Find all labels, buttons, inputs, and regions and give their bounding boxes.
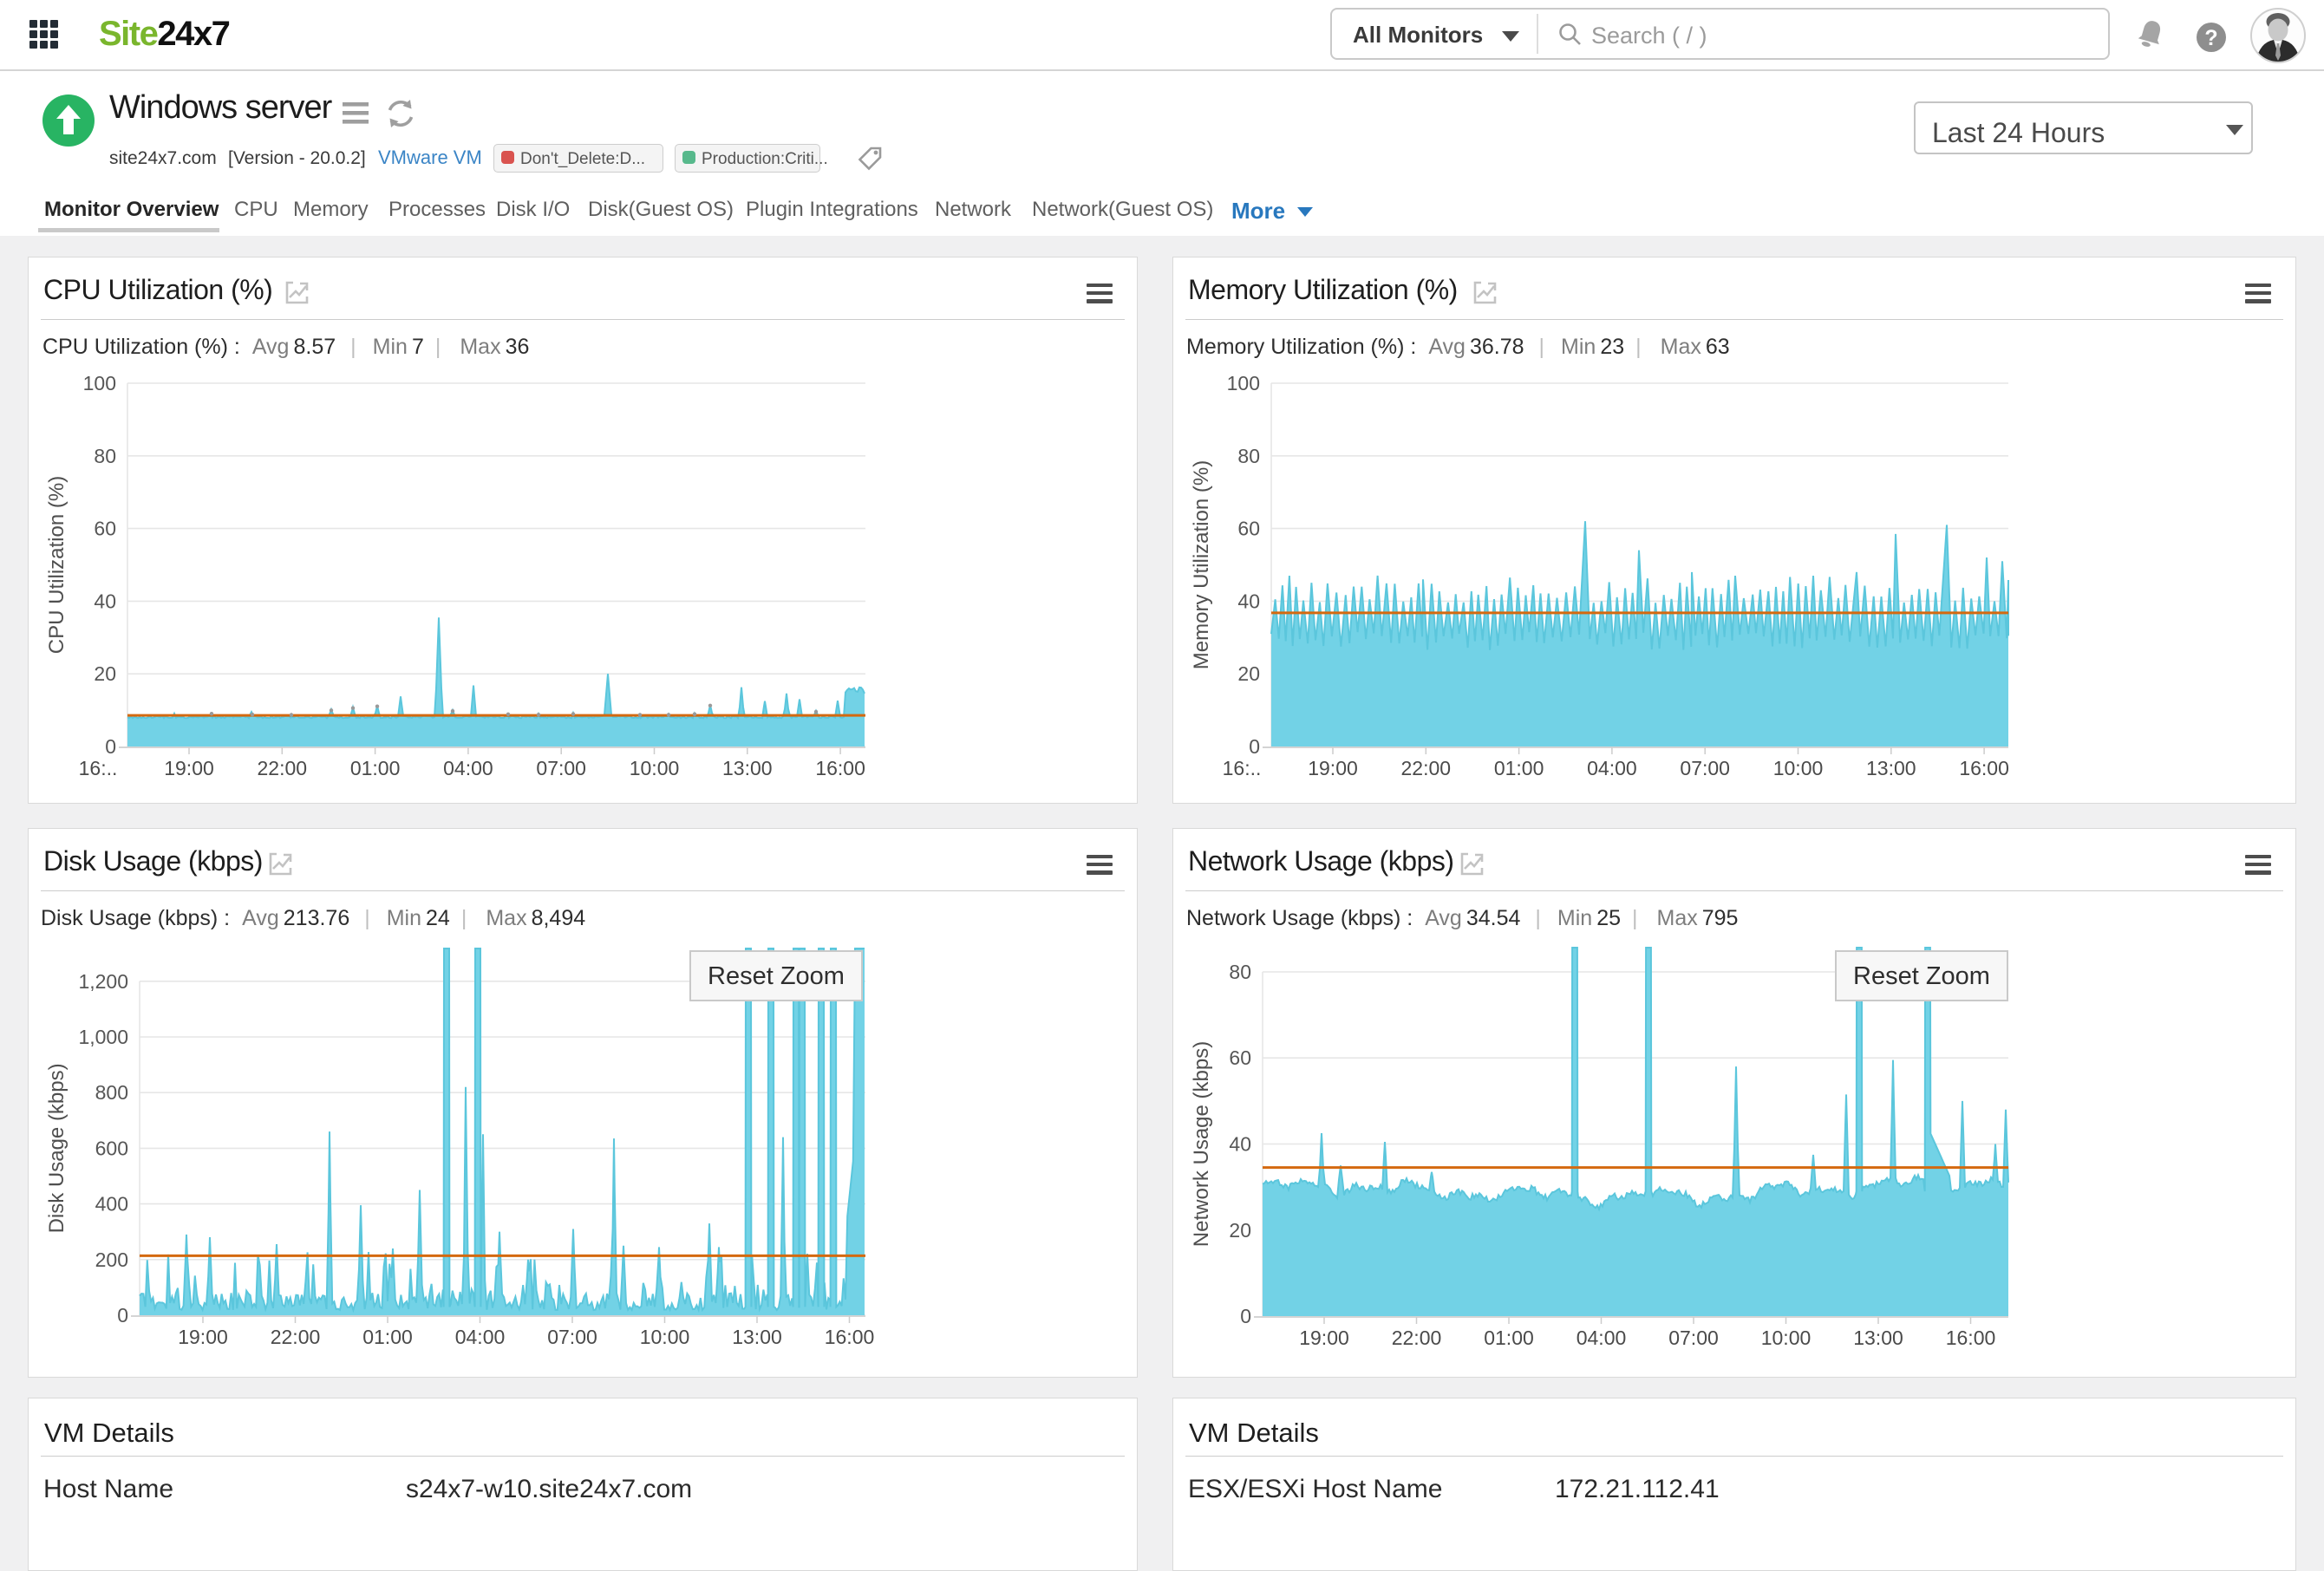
svg-text:60: 60 [1229,1046,1251,1069]
svg-text:Network Usage (kbps): Network Usage (kbps) [1190,1041,1213,1247]
svg-text:40: 40 [1229,1133,1251,1156]
svg-text:13:00: 13:00 [722,757,773,779]
svg-text:100: 100 [1227,372,1260,394]
svg-text:10:00: 10:00 [1761,1327,1812,1349]
svg-text:19:00: 19:00 [1308,757,1358,779]
svg-text:07:00: 07:00 [547,1326,597,1348]
svg-text:22:00: 22:00 [258,757,308,779]
svg-text:Reset Zoom: Reset Zoom [1853,962,1990,990]
svg-text:01:00: 01:00 [1484,1327,1534,1349]
svg-text:16:00: 16:00 [825,1326,875,1348]
svg-text:20: 20 [1237,662,1260,685]
svg-text:40: 40 [1237,590,1260,612]
svg-text:22:00: 22:00 [271,1326,321,1348]
svg-text:16:00: 16:00 [1959,757,2009,779]
svg-text:600: 600 [95,1137,128,1159]
svg-text:16:00: 16:00 [815,757,865,779]
svg-text:80: 80 [1229,961,1251,983]
svg-text:22:00: 22:00 [1392,1327,1442,1349]
svg-text:1,200: 1,200 [78,970,128,993]
svg-text:100: 100 [83,372,116,394]
svg-text:22:00: 22:00 [1401,757,1452,779]
svg-text:800: 800 [95,1081,128,1104]
svg-text:Disk Usage (kbps): Disk Usage (kbps) [45,1063,69,1233]
svg-text:10:00: 10:00 [630,757,680,779]
svg-text:1,000: 1,000 [78,1026,128,1048]
svg-text:19:00: 19:00 [178,1326,228,1348]
svg-text:20: 20 [1229,1219,1251,1242]
svg-text:60: 60 [94,518,116,540]
svg-text:13:00: 13:00 [1853,1327,1903,1349]
svg-text:19:00: 19:00 [164,757,214,779]
svg-text:80: 80 [1237,445,1260,467]
svg-text:Reset Zoom: Reset Zoom [708,962,845,990]
svg-text:?: ? [2204,26,2217,50]
svg-text:400: 400 [95,1193,128,1216]
svg-text:07:00: 07:00 [536,757,586,779]
svg-text:CPU Utilization (%): CPU Utilization (%) [45,476,69,654]
svg-text:16:00: 16:00 [1946,1327,1996,1349]
svg-text:07:00: 07:00 [1668,1327,1719,1349]
svg-text:0: 0 [105,735,116,758]
svg-text:Memory Utilization (%): Memory Utilization (%) [1190,460,1213,669]
svg-text:20: 20 [94,662,116,685]
svg-text:04:00: 04:00 [443,757,493,779]
svg-text:60: 60 [1237,518,1260,540]
svg-text:13:00: 13:00 [1866,757,1916,779]
svg-text:200: 200 [95,1248,128,1271]
svg-text:04:00: 04:00 [1577,1327,1627,1349]
svg-text:07:00: 07:00 [1680,757,1730,779]
svg-text:16:..: 16:.. [1223,757,1262,779]
svg-text:0: 0 [117,1304,128,1327]
svg-text:10:00: 10:00 [1773,757,1824,779]
svg-text:10:00: 10:00 [640,1326,690,1348]
svg-text:01:00: 01:00 [362,1326,413,1348]
svg-text:40: 40 [94,590,116,612]
svg-text:80: 80 [94,445,116,467]
svg-text:0: 0 [1249,735,1260,758]
svg-text:01:00: 01:00 [1494,757,1544,779]
svg-text:16:..: 16:.. [79,757,118,779]
svg-text:01:00: 01:00 [350,757,401,779]
svg-text:19:00: 19:00 [1299,1327,1349,1349]
svg-text:04:00: 04:00 [455,1326,506,1348]
svg-text:04:00: 04:00 [1587,757,1637,779]
svg-text:0: 0 [1240,1305,1251,1327]
svg-text:13:00: 13:00 [732,1326,782,1348]
